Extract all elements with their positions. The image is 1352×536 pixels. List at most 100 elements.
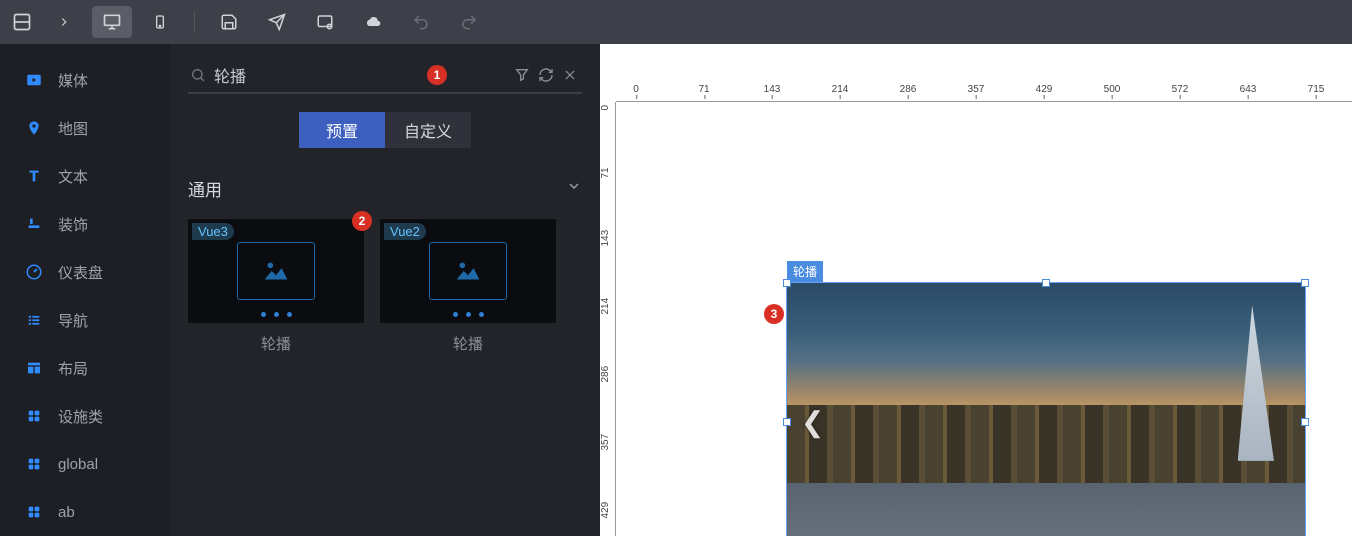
brush-icon xyxy=(24,214,44,234)
vue-version-tag: Vue2 xyxy=(384,223,426,240)
ruler-tick: 715 xyxy=(1308,84,1325,95)
nav-label: global xyxy=(58,456,98,473)
layout-icon xyxy=(24,358,44,378)
tab-preset[interactable]: 预置 xyxy=(299,112,385,148)
ruler-tick: 0 xyxy=(600,105,611,111)
nav-item-map[interactable]: 地图 xyxy=(0,104,170,152)
play-icon xyxy=(24,70,44,90)
nav-label: 文本 xyxy=(58,166,88,187)
nav-item-text[interactable]: 文本 xyxy=(0,152,170,200)
ruler-tick: 572 xyxy=(1172,84,1189,95)
ruler-tick: 357 xyxy=(600,434,611,451)
ruler-tick: 143 xyxy=(764,84,781,95)
resize-handle[interactable] xyxy=(1301,418,1309,426)
component-panel: 1 预置 自定义 通用 Vue3 2 xyxy=(170,44,600,536)
top-toolbar xyxy=(0,0,1352,44)
tab-custom[interactable]: 自定义 xyxy=(385,112,471,148)
close-icon[interactable] xyxy=(558,63,582,87)
selection-label: 轮播 xyxy=(787,261,823,282)
search-row: 1 xyxy=(188,62,582,94)
card-title: 轮播 xyxy=(188,333,364,354)
pin-icon xyxy=(24,118,44,138)
nav-item-decor[interactable]: 装饰 xyxy=(0,200,170,248)
ruler-tick: 0 xyxy=(633,84,639,95)
ruler-tick: 286 xyxy=(900,84,917,95)
preview-icon[interactable] xyxy=(305,6,345,38)
refresh-icon[interactable] xyxy=(534,63,558,87)
canvas-stage[interactable]: 3 轮播 ❮ xyxy=(616,102,1352,536)
text-icon xyxy=(24,166,44,186)
section-title: 通用 xyxy=(188,176,222,201)
undo-icon[interactable] xyxy=(401,6,441,38)
nav-item-layout[interactable]: 布局 xyxy=(0,344,170,392)
chevron-down-icon xyxy=(566,178,582,199)
toolbar-divider xyxy=(194,11,195,33)
resize-handle[interactable] xyxy=(783,279,791,287)
step-badge-2: 2 xyxy=(352,211,372,231)
save-icon[interactable] xyxy=(209,6,249,38)
list-icon xyxy=(24,310,44,330)
ruler-tick: 143 xyxy=(600,230,611,247)
device-mobile-button[interactable] xyxy=(140,6,180,38)
nav-label: ab xyxy=(58,504,75,521)
chevron-right-icon[interactable] xyxy=(44,6,84,38)
nav-label: 设施类 xyxy=(58,406,103,427)
resize-handle[interactable] xyxy=(1301,279,1309,287)
card-title: 轮播 xyxy=(380,333,556,354)
nav-label: 导航 xyxy=(58,310,88,331)
vertical-ruler: 0 71 143 214 286 357 429 500 xyxy=(600,102,616,536)
card-thumbnail: Vue3 2 xyxy=(188,219,364,323)
nav-label: 媒体 xyxy=(58,70,88,91)
nav-label: 装饰 xyxy=(58,214,88,235)
component-cards: Vue3 2 轮播 Vue2 轮播 xyxy=(188,219,582,354)
ruler-tick: 214 xyxy=(832,84,849,95)
search-icon xyxy=(188,65,208,85)
app-logo-icon[interactable] xyxy=(8,8,36,36)
resize-handle[interactable] xyxy=(1042,279,1050,287)
section-header[interactable]: 通用 xyxy=(188,176,582,201)
nav-label: 布局 xyxy=(58,358,88,379)
ruler-tick: 214 xyxy=(600,298,611,315)
nav-item-navigation[interactable]: 导航 xyxy=(0,296,170,344)
nav-label: 地图 xyxy=(58,118,88,139)
nav-item-media[interactable]: 媒体 xyxy=(0,56,170,104)
ruler-tick: 71 xyxy=(600,167,611,178)
canvas-area: 0 71 143 214 286 357 429 500 572 643 715… xyxy=(600,44,1352,536)
step-badge-3: 3 xyxy=(764,304,784,324)
carousel-prev-icon[interactable]: ❮ xyxy=(801,406,824,439)
nav-item-ab[interactable]: ab xyxy=(0,488,170,536)
carousel-image xyxy=(787,283,1305,536)
search-input[interactable] xyxy=(208,62,427,88)
category-sidebar: 媒体 地图 文本 装饰 仪表盘 导航 布局 设施类 xyxy=(0,44,170,536)
nav-item-global[interactable]: global xyxy=(0,440,170,488)
grid-icon xyxy=(24,454,44,474)
gauge-icon xyxy=(24,262,44,282)
cloud-upload-icon[interactable] xyxy=(353,6,393,38)
resize-handle[interactable] xyxy=(783,418,791,426)
carousel-icon xyxy=(429,242,507,300)
component-card[interactable]: Vue3 2 轮播 xyxy=(188,219,364,354)
ruler-tick: 71 xyxy=(698,84,709,95)
send-icon[interactable] xyxy=(257,6,297,38)
component-card[interactable]: Vue2 轮播 xyxy=(380,219,556,354)
ruler-tick: 429 xyxy=(1036,84,1053,95)
selected-carousel-component[interactable]: 轮播 ❮ xyxy=(786,282,1306,536)
nav-item-facility[interactable]: 设施类 xyxy=(0,392,170,440)
carousel-icon xyxy=(237,242,315,300)
card-thumbnail: Vue2 xyxy=(380,219,556,323)
grid-icon xyxy=(24,502,44,522)
redo-icon[interactable] xyxy=(449,6,489,38)
device-desktop-button[interactable] xyxy=(92,6,132,38)
grid-icon xyxy=(24,406,44,426)
filter-icon[interactable] xyxy=(510,63,534,87)
ruler-tick: 500 xyxy=(1104,84,1121,95)
ruler-tick: 643 xyxy=(1240,84,1257,95)
nav-label: 仪表盘 xyxy=(58,262,103,283)
ruler-tick: 357 xyxy=(968,84,985,95)
nav-item-gauge[interactable]: 仪表盘 xyxy=(0,248,170,296)
ruler-tick: 286 xyxy=(600,366,611,383)
ruler-tick: 429 xyxy=(600,502,611,519)
horizontal-ruler: 0 71 143 214 286 357 429 500 572 643 715… xyxy=(616,84,1352,102)
step-badge-1: 1 xyxy=(427,65,447,85)
vue-version-tag: Vue3 xyxy=(192,223,234,240)
